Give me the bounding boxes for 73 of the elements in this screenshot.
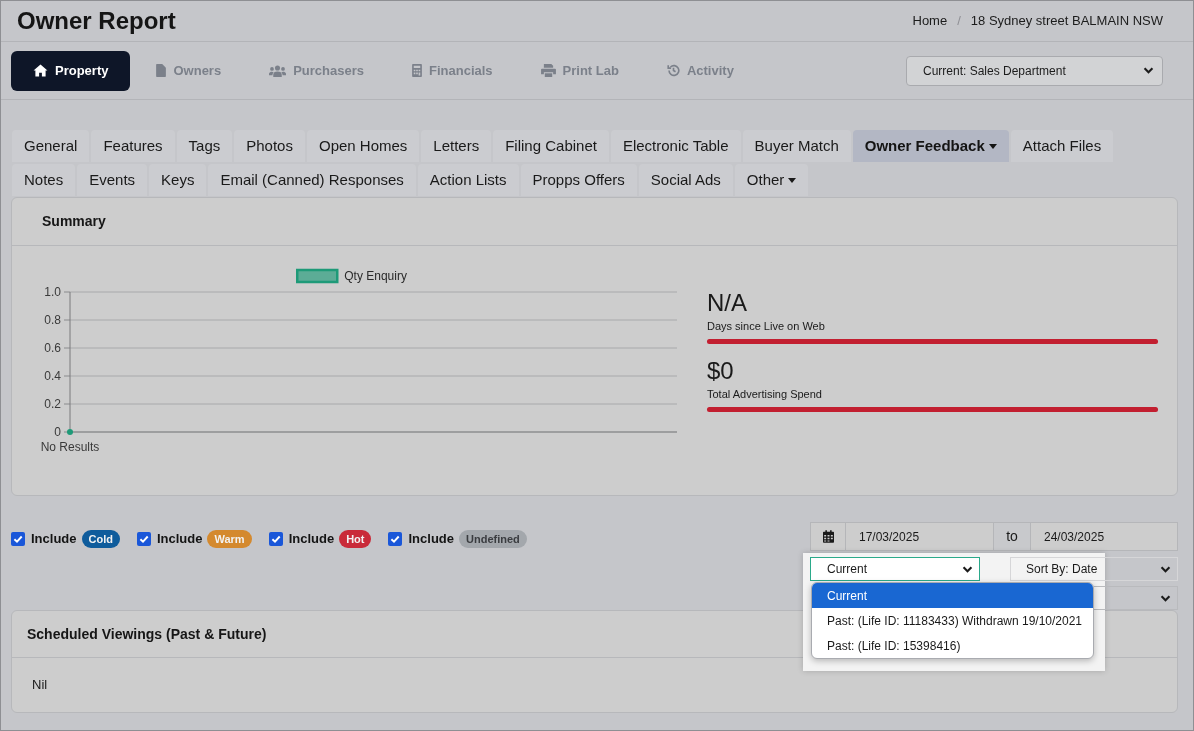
- chevron-icon: [962, 565, 973, 573]
- tab[interactable]: Email (Canned) Responses: [208, 164, 416, 196]
- tab[interactable]: Action Lists: [417, 164, 519, 196]
- users-icon: [269, 64, 287, 77]
- file-icon: [156, 64, 167, 77]
- chevron-icon: [1160, 565, 1171, 573]
- axis-category-label: No Results: [40, 440, 100, 454]
- select-field[interactable]: Sort By: Date: [1010, 557, 1178, 581]
- checkbox-label: Include: [288, 530, 335, 549]
- tab[interactable]: Open Homes: [306, 130, 420, 162]
- tab[interactable]: General: [12, 130, 90, 162]
- date-input[interactable]: 17/03/2025: [846, 522, 993, 551]
- tab[interactable]: Attach Files: [1010, 130, 1114, 162]
- status-badge: Warm: [207, 530, 252, 548]
- tab[interactable]: Keys: [149, 164, 207, 196]
- tab[interactable]: Photos: [234, 130, 305, 162]
- tab[interactable]: Features: [91, 130, 175, 162]
- tab[interactable]: Propps Offers: [520, 164, 637, 196]
- breadcrumb-link[interactable]: Home: [912, 11, 948, 31]
- checkbox[interactable]: [11, 532, 25, 546]
- tab[interactable]: Letters: [421, 130, 492, 162]
- department-select[interactable]: Current: Sales Department: [906, 55, 1163, 86]
- axis-tick-label: 0.2: [44, 397, 61, 411]
- stat-label: Total Advertising Spend: [707, 387, 823, 401]
- printer-icon: [540, 64, 556, 77]
- card-title: Scheduled Viewings (Past & Future): [27, 624, 267, 644]
- tab[interactable]: Notes: [12, 164, 76, 196]
- tab[interactable]: Buyer Match: [742, 130, 851, 162]
- date-input[interactable]: 24/03/2025: [1031, 522, 1178, 551]
- axis-tick-label: 1.0: [44, 285, 61, 299]
- calculator-icon: [412, 64, 422, 77]
- axis-tick-label: 0.8: [44, 313, 61, 327]
- checkbox[interactable]: [268, 532, 283, 546]
- axis-tick-label: 0.6: [44, 341, 61, 355]
- tab[interactable]: Tags: [176, 130, 233, 162]
- status-badge: Hot: [339, 530, 372, 548]
- dropdown-option[interactable]: Past: (Life ID: 11183433) Withdrawn 19/10/2021: [812, 608, 1093, 633]
- stat-value: N/A: [707, 289, 748, 317]
- home-icon: [33, 64, 48, 77]
- select-field[interactable]: [1094, 586, 1178, 610]
- chevron-icon: [1160, 594, 1171, 602]
- status-badge: Cold: [81, 530, 120, 548]
- axis-tick-label: 0: [54, 425, 61, 439]
- history-icon: [666, 64, 680, 77]
- dropdown-option[interactable]: Current: [812, 583, 1093, 608]
- status-badge: Undefined: [459, 530, 527, 548]
- tab[interactable]: Social Ads: [638, 164, 733, 196]
- stat-label: Days since Live on Web: [707, 319, 826, 333]
- breadcrumb-current: 18 Sydney street BALMAIN NSW: [970, 12, 1163, 31]
- checkbox[interactable]: [388, 532, 403, 546]
- checkbox-label: Include: [156, 530, 203, 549]
- calendar-icon: [822, 530, 834, 543]
- tab[interactable]: Filing Cabinet: [493, 130, 609, 162]
- tab[interactable]: Other: [734, 164, 809, 196]
- stat-value: $0: [707, 357, 735, 385]
- chevron-icon: [1143, 67, 1154, 74]
- dropdown-option[interactable]: Past: (Life ID: 15398416): [812, 633, 1093, 658]
- card-title: Summary: [42, 212, 106, 231]
- page-title: Owner Report: [17, 9, 176, 33]
- checkbox-label: Include: [408, 530, 454, 549]
- checkbox[interactable]: [136, 532, 151, 546]
- legend-label: Qty Enquiry: [344, 269, 407, 283]
- tab[interactable]: Owner Feedback: [852, 130, 1009, 162]
- range-separator: to: [993, 522, 1031, 551]
- checkbox-label: Include: [31, 530, 77, 549]
- nav-tab[interactable]: Property: [11, 50, 131, 91]
- legend-swatch-icon: [296, 268, 339, 284]
- card-text: Nil: [32, 676, 49, 694]
- breadcrumb-separator: /: [957, 12, 961, 31]
- tab[interactable]: Events: [77, 164, 148, 196]
- axis-tick-label: 0.4: [44, 369, 61, 383]
- select-field[interactable]: Current: [810, 557, 980, 581]
- tab[interactable]: Electronic Table: [610, 130, 741, 162]
